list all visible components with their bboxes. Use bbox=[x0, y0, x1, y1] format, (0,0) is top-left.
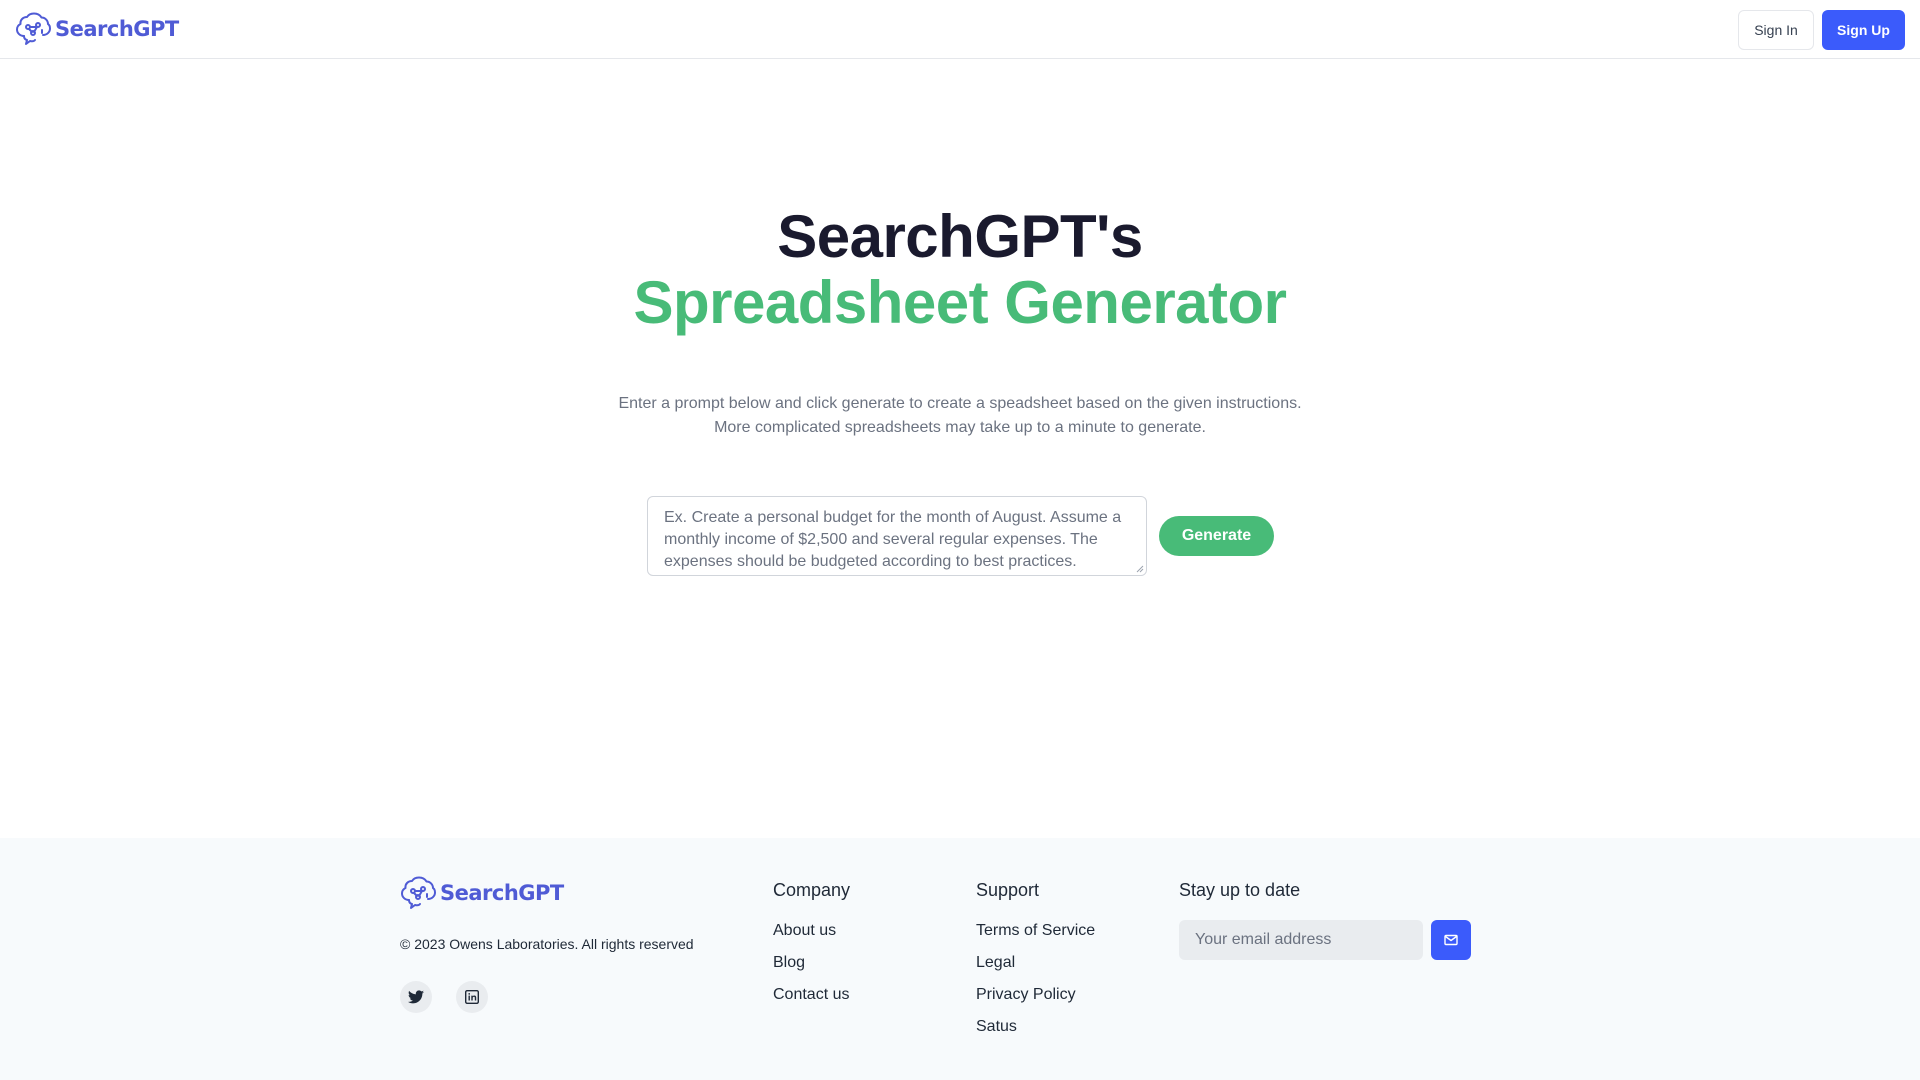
prompt-placeholder: Ex. Create a personal budget for the mon… bbox=[664, 509, 1122, 570]
page-title-line1: SearchGPT's bbox=[777, 203, 1143, 270]
footer-link-blog[interactable]: Blog bbox=[773, 954, 805, 972]
support-heading: Support bbox=[976, 880, 1040, 900]
linkedin-icon bbox=[465, 990, 479, 1004]
footer-logo-text: SearchGPT bbox=[440, 881, 564, 905]
footer-link-terms[interactable]: Terms of Service bbox=[976, 922, 1095, 940]
footer-logo[interactable]: SearchGPT bbox=[400, 876, 564, 910]
resize-handle-icon[interactable] bbox=[1136, 565, 1144, 573]
mail-icon bbox=[1444, 934, 1458, 946]
brain-icon bbox=[401, 876, 436, 909]
footer-link-contact[interactable]: Contact us bbox=[773, 986, 849, 1004]
header-logo[interactable]: SearchGPT bbox=[15, 12, 179, 46]
copyright-text: © 2023 Owens Laboratories. All rights re… bbox=[400, 936, 694, 952]
twitter-icon bbox=[408, 990, 424, 1004]
sign-in-button[interactable]: Sign In bbox=[1738, 10, 1814, 50]
email-input[interactable]: Your email address bbox=[1179, 920, 1423, 960]
linkedin-link[interactable] bbox=[456, 981, 488, 1013]
sign-up-button[interactable]: Sign Up bbox=[1822, 10, 1905, 50]
page-title-line2: Spreadsheet Generator bbox=[633, 269, 1287, 336]
newsletter-heading: Stay up to date bbox=[1179, 880, 1301, 900]
generate-button[interactable]: Generate bbox=[1159, 516, 1274, 556]
brain-icon bbox=[16, 12, 51, 45]
footer-link-privacy[interactable]: Privacy Policy bbox=[976, 986, 1076, 1004]
prompt-textarea[interactable]: Ex. Create a personal budget for the mon… bbox=[647, 496, 1147, 576]
header-logo-text: SearchGPT bbox=[55, 17, 179, 41]
footer-link-legal[interactable]: Legal bbox=[976, 954, 1015, 972]
page-description: Enter a prompt below and click generate … bbox=[618, 395, 1302, 436]
subscribe-button[interactable] bbox=[1431, 920, 1471, 960]
footer-link-about[interactable]: About us bbox=[773, 922, 836, 940]
page-title: SearchGPT's Spreadsheet Generator bbox=[0, 204, 1920, 336]
footer-link-status[interactable]: Satus bbox=[976, 1018, 1017, 1036]
top-navbar: SearchGPT Sign In Sign Up bbox=[0, 0, 1920, 59]
twitter-link[interactable] bbox=[400, 981, 432, 1013]
email-placeholder: Your email address bbox=[1195, 931, 1332, 948]
company-heading: Company bbox=[773, 880, 851, 900]
footer: SearchGPT © 2023 Owens Laboratories. All… bbox=[0, 838, 1920, 1080]
